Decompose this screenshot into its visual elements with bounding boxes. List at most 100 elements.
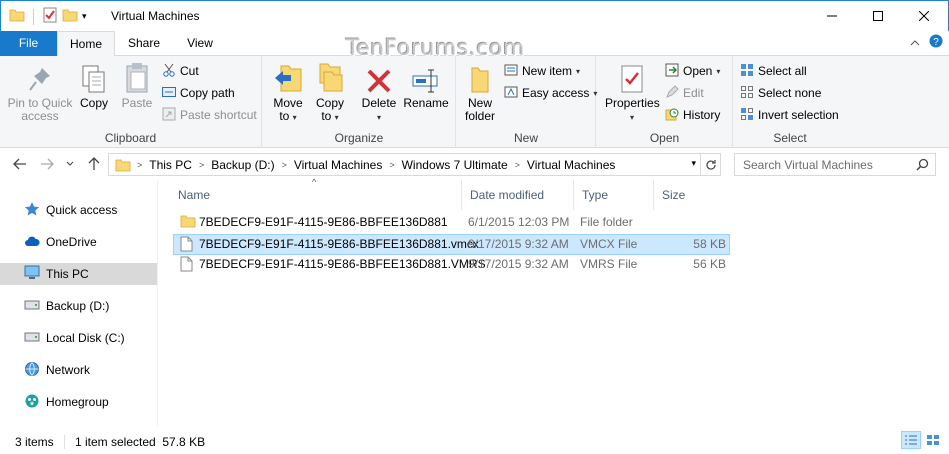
breadcrumb-windows-7-ultimate[interactable]: Windows 7 Ultimate (402, 158, 508, 172)
details-view-button[interactable] (901, 431, 921, 449)
file-size: 56 KB (693, 257, 726, 271)
tab-share[interactable]: Share (120, 31, 168, 56)
star-icon (24, 201, 40, 220)
rename-button[interactable]: Rename (402, 60, 450, 110)
copy-path-button[interactable]: Copy path (162, 84, 235, 102)
easy-access-button[interactable]: Easy access ▾ (504, 84, 597, 102)
address-dropdown-icon[interactable]: ▾ (691, 158, 696, 169)
paste-shortcut-button[interactable]: Paste shortcut (162, 106, 257, 124)
properties-qat-icon[interactable] (42, 7, 58, 26)
column-header-name[interactable]: Name (170, 180, 462, 210)
file-date: 6/1/2015 12:03 PM (468, 215, 570, 229)
invert-selection-button[interactable]: Invert selection (740, 106, 839, 124)
new-folder-qat-icon[interactable] (62, 8, 78, 25)
new-folder-button[interactable]: New folder (462, 60, 498, 123)
open-button[interactable]: Open ▾ (665, 62, 720, 80)
paste-button[interactable]: Paste (118, 60, 156, 110)
cloud-icon (24, 235, 40, 250)
search-box[interactable] (734, 153, 936, 176)
new-group: New folder New item ▾ Easy access ▾ New (457, 56, 597, 148)
open-group: Properties ▾ Open ▾ Edit History Open (597, 56, 733, 148)
minimize-ribbon-icon[interactable] (910, 36, 920, 50)
file-name: 7BEDECF9-E91F-4115-9E86-BBFEE136D881 (199, 215, 448, 229)
edit-icon (665, 84, 679, 102)
file-icon (180, 256, 193, 275)
new-group-label: New (513, 131, 538, 145)
recent-locations-button[interactable] (60, 155, 80, 173)
file-type: VMRS File (580, 257, 638, 271)
file-size: 58 KB (693, 237, 726, 251)
file-type: File folder (580, 215, 633, 229)
properties-icon (605, 60, 659, 94)
minimize-button[interactable] (809, 1, 855, 31)
file-type: VMCX File (580, 237, 638, 251)
select-none-button[interactable]: Select none (740, 84, 821, 102)
computer-icon (24, 265, 40, 283)
search-icon[interactable] (916, 158, 929, 174)
search-input[interactable] (743, 157, 913, 172)
select-group-label: Select (773, 131, 807, 145)
properties-button[interactable]: Properties ▾ (605, 60, 660, 124)
nav-item-network[interactable]: Network (0, 359, 157, 381)
file-icon (180, 236, 193, 255)
nav-item-backup-d[interactable]: Backup (D:) (0, 295, 157, 317)
edit-button[interactable]: Edit (665, 84, 704, 102)
tab-file[interactable]: File (0, 31, 57, 56)
select-all-button[interactable]: Select all (740, 62, 807, 80)
nav-item-this-pc[interactable]: This PC (0, 263, 157, 285)
scissors-icon (162, 63, 176, 80)
selection-status: 1 item selected 57.8 KB (75, 435, 206, 449)
tab-home[interactable]: Home (57, 31, 115, 57)
breadcrumb-this-pc[interactable]: This PC (149, 158, 192, 172)
maximize-button[interactable] (855, 1, 901, 31)
refresh-icon[interactable] (700, 154, 720, 175)
breadcrumb-virtual-machines[interactable]: Virtual Machines (294, 158, 383, 172)
paste-shortcut-icon (162, 107, 176, 124)
delete-icon (361, 60, 397, 94)
forward-button[interactable] (37, 155, 57, 173)
file-row[interactable]: 7BEDECF9-E91F-4115-9E86-BBFEE136D881.VMR… (173, 255, 730, 276)
file-date: 9/17/2015 9:32 AM (468, 237, 569, 251)
breadcrumb-backup-d[interactable]: Backup (D:) (211, 158, 274, 172)
copy-icon (76, 60, 112, 94)
breadcrumb-current[interactable]: Virtual Machines (527, 158, 616, 172)
delete-button[interactable]: Delete ▾ (361, 60, 397, 124)
open-group-label: Open (649, 131, 680, 145)
column-header-date-modified[interactable]: Date modified (462, 180, 574, 210)
file-size (666, 213, 726, 232)
customize-qat-icon[interactable]: ▾ (82, 11, 87, 22)
file-name: 7BEDECF9-E91F-4115-9E86-BBFEE136D881.vmc… (199, 237, 479, 251)
copy-button[interactable]: Copy (76, 60, 112, 110)
breadcrumb: > This PC > Backup (D:) > Virtual Machin… (137, 157, 616, 172)
back-button[interactable] (10, 155, 30, 173)
file-row[interactable]: 7BEDECF9-E91F-4115-9E86-BBFEE136D881.vmc… (173, 234, 730, 255)
pin-to-quick-access-button[interactable]: Pin to Quick access (6, 60, 74, 123)
nav-item-local-disk-c[interactable]: Local Disk (C:) (0, 327, 157, 349)
file-date: 9/17/2015 9:32 AM (468, 257, 569, 271)
cut-button[interactable]: Cut (162, 62, 199, 80)
close-button[interactable] (901, 1, 947, 31)
address-bar[interactable]: > This PC > Backup (D:) > Virtual Machin… (108, 153, 721, 176)
nav-item-quick-access[interactable]: Quick access (0, 199, 157, 221)
history-icon (665, 107, 679, 124)
navigation-pane-divider (157, 180, 158, 426)
file-row[interactable]: 7BEDECF9-E91F-4115-9E86-BBFEE136D881 6/1… (173, 213, 730, 234)
help-icon[interactable]: ? (929, 34, 943, 51)
nav-item-onedrive[interactable]: OneDrive (0, 231, 157, 253)
file-name: 7BEDECF9-E91F-4115-9E86-BBFEE136D881.VMR… (199, 257, 486, 271)
move-to-button[interactable]: Move to ▾ (271, 60, 305, 124)
new-item-button[interactable]: New item ▾ (504, 62, 580, 80)
drive-icon (24, 331, 40, 345)
copy-to-button[interactable]: Copy to ▾ (313, 60, 347, 124)
up-button[interactable] (84, 155, 104, 173)
select-all-icon (740, 63, 754, 80)
column-header-size[interactable]: Size (654, 180, 730, 210)
navigation-bar: > This PC > Backup (D:) > Virtual Machin… (0, 148, 949, 180)
nav-item-homegroup[interactable]: Homegroup (0, 391, 157, 413)
ribbon: Pin to Quick access Copy Paste Cut Copy … (0, 56, 949, 148)
column-header-type[interactable]: Type (574, 180, 654, 210)
history-button[interactable]: History (665, 106, 720, 124)
large-icons-view-button[interactable] (923, 431, 943, 449)
folder-icon (9, 8, 25, 25)
tab-view[interactable]: View (174, 31, 226, 56)
